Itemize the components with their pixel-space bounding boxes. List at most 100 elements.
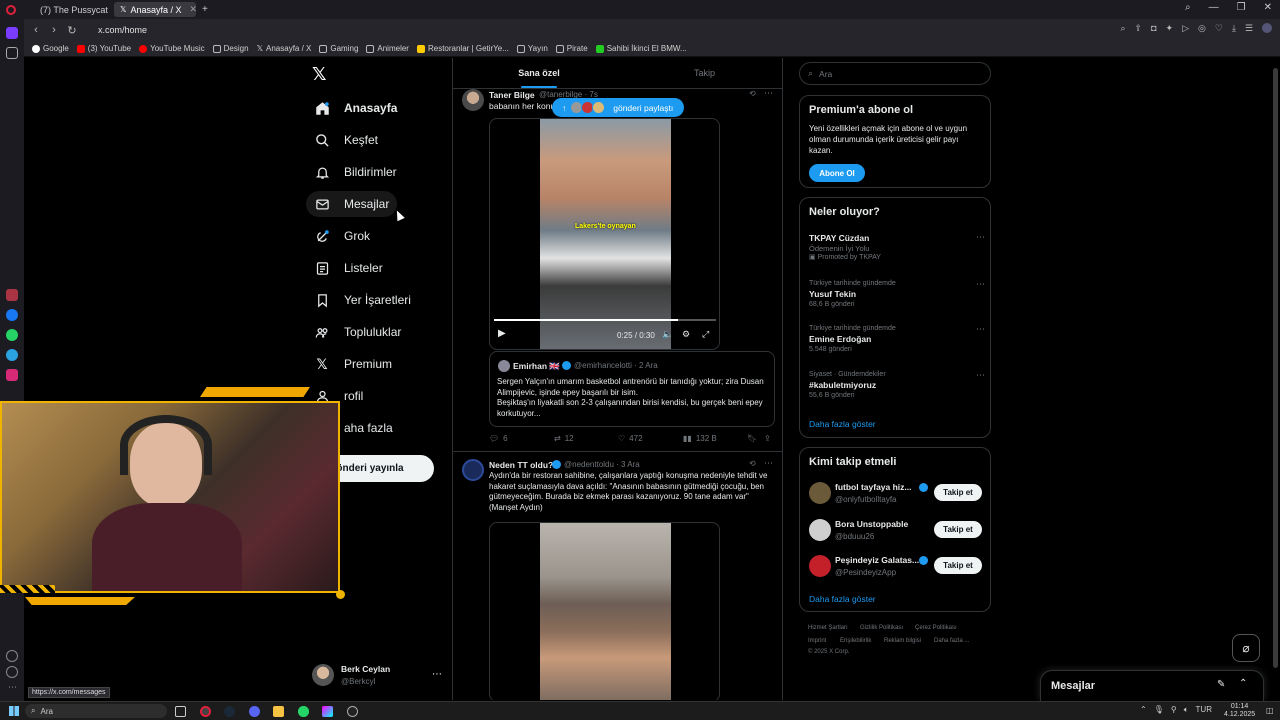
reply-button[interactable]: 💬︎ 6 xyxy=(489,434,508,443)
download-icon[interactable]: ⤓ xyxy=(1232,23,1236,34)
clock[interactable]: 01:14 4.12.2025 xyxy=(1224,703,1255,719)
post-author[interactable]: Neden TT oldu? xyxy=(489,460,553,470)
tab-following[interactable]: Takip xyxy=(625,58,782,88)
post-author[interactable]: Taner Bilge xyxy=(489,90,535,100)
app-icon[interactable] xyxy=(322,706,333,717)
bookmark-bmw[interactable]: Sahibi İkinci El BMW... xyxy=(595,44,687,53)
new-posts-pill[interactable]: ↑ gönderi paylaştı xyxy=(552,98,684,117)
trend-item[interactable]: Türkiye tarihinde gündemde Yusuf Tekin 6… xyxy=(809,279,985,316)
more-icon[interactable]: ⋯ xyxy=(976,279,985,290)
search-tabs-icon[interactable]: ⌕ xyxy=(1185,2,1191,13)
close-window-button[interactable]: ✕ xyxy=(1264,2,1272,13)
follow-button[interactable]: Takip et xyxy=(934,521,982,538)
steam-icon[interactable] xyxy=(224,706,235,717)
views-button[interactable]: ▮▮ 132 B xyxy=(683,434,717,443)
chevron-up-icon[interactable]: ⌃ xyxy=(1239,678,1247,689)
more-icon[interactable]: ⋯ xyxy=(764,88,773,99)
profile-avatar-icon[interactable] xyxy=(1262,23,1272,33)
bookmark-button[interactable]: 🔖︎ xyxy=(747,434,757,443)
footer-link-ads[interactable]: Reklam bilgisi xyxy=(884,638,921,644)
tab-youtube[interactable]: (7) The Pussycat Dolls - B... xyxy=(30,2,110,17)
tab-for-you[interactable]: Sana özel xyxy=(453,58,625,88)
nav-notifications[interactable]: Bildirimler xyxy=(306,159,405,185)
bookmark-x-home[interactable]: 𝕏 Anasayfa / X xyxy=(257,44,312,53)
bookmark-restoranlar[interactable]: Restoranlar | GetirYe... xyxy=(416,44,509,53)
aria-icon[interactable] xyxy=(6,289,18,301)
more-icon[interactable]: ⋯ xyxy=(764,458,773,469)
mic-icon[interactable]: 🎙︎ xyxy=(1154,705,1164,715)
messenger-icon[interactable] xyxy=(6,309,18,321)
discord-icon[interactable] xyxy=(249,706,260,717)
volume-icon[interactable]: 🔈︎ xyxy=(1184,705,1189,715)
reload-icon[interactable]: ↻ xyxy=(64,24,80,37)
nav-lists[interactable]: Listeler xyxy=(306,255,391,281)
footer-link-cookies[interactable]: Çerez Politikası xyxy=(915,625,957,631)
like-button[interactable]: ♡ 472 xyxy=(618,434,643,443)
footer-link-terms[interactable]: Hizmet Şartları xyxy=(808,625,848,631)
minimize-button[interactable]: — xyxy=(1209,2,1219,13)
close-icon[interactable]: ✕ xyxy=(189,4,196,15)
search-box[interactable]: ⌕ Ara xyxy=(799,62,991,85)
camera-icon[interactable]: ◘ xyxy=(1151,23,1156,34)
instagram-icon[interactable] xyxy=(6,369,18,381)
more-icon[interactable]: ⋯ xyxy=(976,324,985,335)
footer-link-privacy[interactable]: Gizlilik Politikası xyxy=(860,625,903,631)
footer-link-imprint[interactable]: Imprint xyxy=(808,638,826,644)
footer-link-accessibility[interactable]: Erişilebilirlik xyxy=(840,638,871,644)
follow-suggestion[interactable]: Bora Unstoppable @bduuu26 Takip et xyxy=(800,517,990,547)
grok-icon[interactable]: ⟲ xyxy=(749,89,756,98)
menu-icon[interactable]: ☰ xyxy=(1245,23,1253,34)
post[interactable]: Taner Bilge @tanerbilge · 7s ⟲ ⋯ babanın… xyxy=(453,88,782,451)
tab-x-home[interactable]: 𝕏 Anasayfa / X ✕ xyxy=(114,2,196,17)
history-icon[interactable] xyxy=(6,666,18,678)
video-player[interactable]: Lakers'te oynayan ▶ 0:25 / 0:30 🔈 ⚙ ⤢ xyxy=(489,118,720,350)
opera-logo-icon[interactable] xyxy=(6,4,16,15)
x-logo[interactable]: 𝕏 xyxy=(312,64,327,85)
network-icon[interactable]: ⚲ xyxy=(1171,705,1177,715)
trends-show-more-link[interactable]: Daha fazla göster xyxy=(809,419,876,429)
video-progress-track[interactable] xyxy=(494,319,716,321)
bookmark-yayin[interactable]: Yayın xyxy=(516,44,548,53)
grok-icon[interactable]: ⟲ xyxy=(749,459,756,468)
bookmark-pirate[interactable]: Pirate xyxy=(555,44,588,53)
follow-button[interactable]: Takip et xyxy=(934,484,982,501)
footer-link-more[interactable]: Daha fazla ... xyxy=(934,638,969,644)
bookmark-design[interactable]: Design xyxy=(212,44,249,53)
more-icon[interactable]: ⋯ xyxy=(976,370,985,381)
task-view-icon[interactable] xyxy=(175,706,186,717)
star-icon[interactable] xyxy=(6,47,18,59)
repost-button[interactable]: ⇄ 12 xyxy=(554,434,574,443)
nav-premium[interactable]: 𝕏 Premium xyxy=(306,351,400,377)
settings-icon[interactable]: ⚙ xyxy=(682,329,690,340)
messages-drawer[interactable]: Mesajlar ✎ ⌃ xyxy=(1040,670,1264,701)
obs-icon[interactable] xyxy=(347,706,358,717)
follow-button[interactable]: Takip et xyxy=(934,557,982,574)
forward-icon[interactable]: › xyxy=(46,24,62,36)
follow-suggestion[interactable]: Peşindeyiz Galatas... @PesindeyizApp Tak… xyxy=(800,553,990,583)
follow-show-more-link[interactable]: Daha fazla göster xyxy=(809,594,876,604)
bookmark-gaming[interactable]: Gaming xyxy=(319,44,358,53)
zoom-icon[interactable]: ⌕ xyxy=(1121,23,1126,34)
vpn-icon[interactable]: ◎ xyxy=(1198,23,1206,34)
notifications-icon[interactable]: ◫ xyxy=(1266,706,1274,715)
chevron-up-icon[interactable]: ⌃ xyxy=(1140,705,1147,715)
whatsapp-icon[interactable] xyxy=(6,329,18,341)
telegram-icon[interactable] xyxy=(6,349,18,361)
bookmark-youtube-music[interactable]: YouTube Music xyxy=(139,44,205,53)
opera-icon[interactable] xyxy=(200,706,211,717)
bookmark-google[interactable]: Google xyxy=(32,44,69,53)
language-indicator[interactable]: TUR xyxy=(1196,705,1212,715)
file-explorer-icon[interactable] xyxy=(273,706,284,717)
nav-grok[interactable]: Grok xyxy=(306,223,378,249)
fullscreen-icon[interactable]: ⤢ xyxy=(702,329,709,340)
heart-icon[interactable]: ♡ xyxy=(1215,23,1223,34)
maximize-button[interactable]: ❐ xyxy=(1237,2,1246,13)
scrollbar-thumb[interactable] xyxy=(1273,68,1278,668)
trend-item[interactable]: Siyaset · Gündemdekiler #kabuletmiyoruz … xyxy=(809,370,985,407)
nav-messages[interactable]: Mesajlar xyxy=(306,191,398,217)
nav-communities[interactable]: Topluluklar xyxy=(306,319,409,345)
grok-floating-button[interactable]: ⌀ xyxy=(1232,634,1260,662)
play-icon[interactable]: ▶ xyxy=(498,328,506,339)
extension-icon[interactable]: ✦ xyxy=(1166,23,1174,34)
more-icon[interactable]: ⋯ xyxy=(8,682,17,693)
